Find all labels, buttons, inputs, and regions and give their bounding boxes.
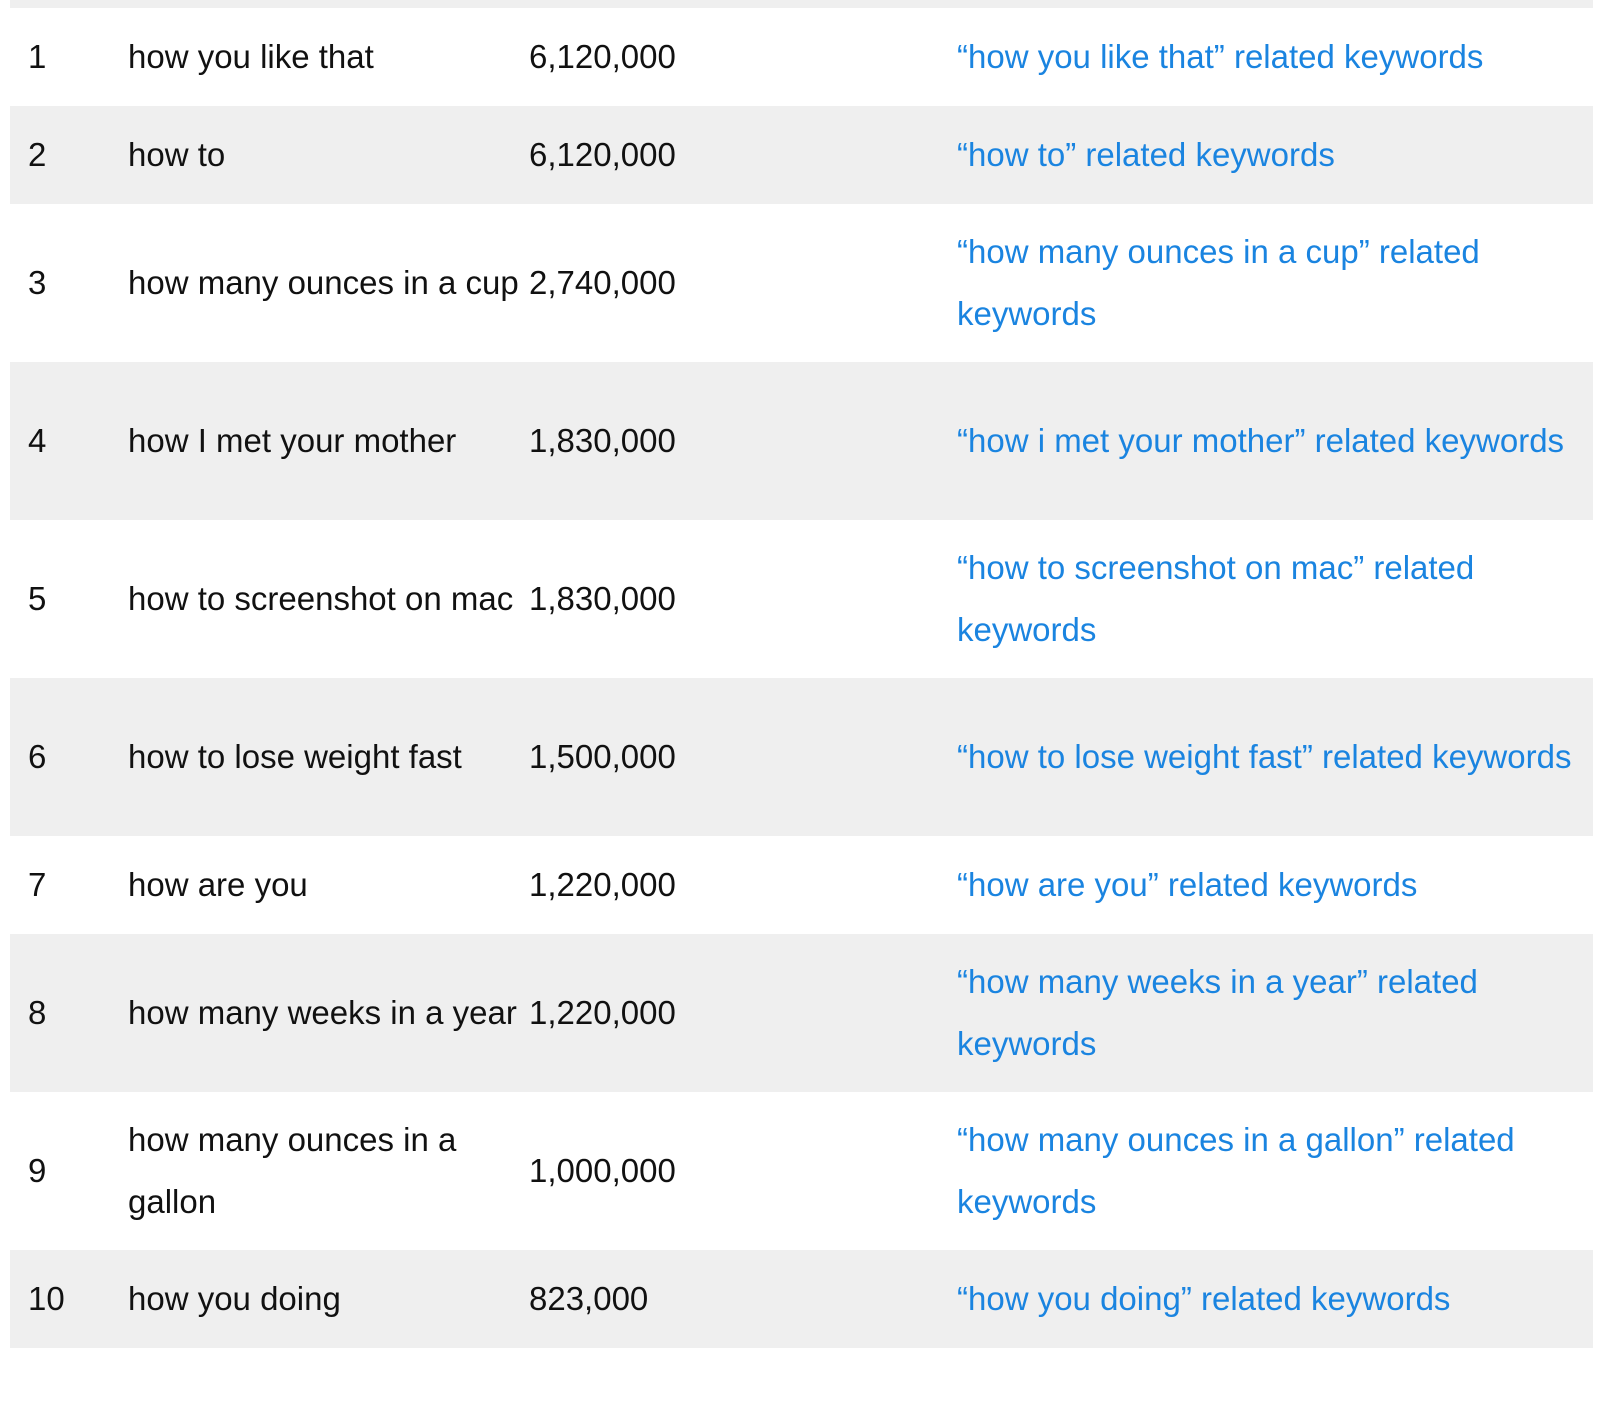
related-keywords-link[interactable]: “how are you” related keywords [957,854,1593,916]
rank-cell: 3 [28,264,47,301]
keyword-cell: how many ounces in a gallon [128,1121,457,1220]
rank-cell: 2 [28,136,47,173]
related-keywords-link[interactable]: “how many weeks in a year” related keywo… [957,951,1593,1075]
volume-cell: 1,830,000 [529,422,676,459]
table-top-strip [10,0,1593,8]
keyword-cell: how to lose weight fast [128,738,462,775]
related-keywords-link[interactable]: “how many ounces in a cup” related keywo… [957,221,1593,345]
table-row: 4 how I met your mother 1,830,000 “how i… [10,362,1593,520]
table-row: 6 how to lose weight fast 1,500,000 “how… [10,678,1593,836]
related-keywords-link[interactable]: “how many ounces in a gallon” related ke… [957,1109,1593,1233]
table-row: 3 how many ounces in a cup 2,740,000 “ho… [10,204,1593,362]
volume-cell: 6,120,000 [529,136,676,173]
keyword-cell: how to [128,136,226,173]
rank-cell: 7 [28,866,47,903]
table-row: 1 how you like that 6,120,000 “how you l… [10,8,1593,106]
volume-cell: 1,220,000 [529,994,676,1031]
rank-cell: 5 [28,580,47,617]
related-keywords-link[interactable]: “how you like that” related keywords [957,26,1593,88]
table-bottom-gap [10,1348,1593,1406]
keyword-table: 1 how you like that 6,120,000 “how you l… [10,0,1593,1406]
rank-cell: 8 [28,994,47,1031]
table-row: 5 how to screenshot on mac 1,830,000 “ho… [10,520,1593,678]
volume-cell: 6,120,000 [529,38,676,75]
related-keywords-link[interactable]: “how to” related keywords [957,124,1593,186]
related-keywords-link[interactable]: “how to screenshot on mac” related keywo… [957,537,1593,661]
keyword-cell: how are you [128,866,308,903]
keyword-cell: how many ounces in a cup [128,264,519,301]
table-row: 8 how many weeks in a year 1,220,000 “ho… [10,934,1593,1092]
table-row: 7 how are you 1,220,000 “how are you” re… [10,836,1593,934]
volume-cell: 1,000,000 [529,1152,676,1189]
keyword-cell: how you doing [128,1280,341,1317]
related-keywords-link[interactable]: “how i met your mother” related keywords [957,410,1593,472]
rank-cell: 10 [28,1280,65,1317]
table-row: 9 how many ounces in a gallon 1,000,000 … [10,1092,1593,1250]
rank-cell: 4 [28,422,47,459]
volume-cell: 823,000 [529,1280,649,1317]
volume-cell: 1,830,000 [529,580,676,617]
keyword-cell: how I met your mother [128,422,457,459]
rank-cell: 1 [28,38,47,75]
keyword-cell: how you like that [128,38,374,75]
keyword-cell: how many weeks in a year [128,994,517,1031]
rank-cell: 9 [28,1152,47,1189]
volume-cell: 1,500,000 [529,738,676,775]
keyword-cell: how to screenshot on mac [128,580,514,617]
volume-cell: 2,740,000 [529,264,676,301]
related-keywords-link[interactable]: “how to lose weight fast” related keywor… [957,726,1593,788]
rank-cell: 6 [28,738,47,775]
table-row: 2 how to 6,120,000 “how to” related keyw… [10,106,1593,204]
volume-cell: 1,220,000 [529,866,676,903]
related-keywords-link[interactable]: “how you doing” related keywords [957,1268,1593,1330]
table-row: 10 how you doing 823,000 “how you doing”… [10,1250,1593,1348]
